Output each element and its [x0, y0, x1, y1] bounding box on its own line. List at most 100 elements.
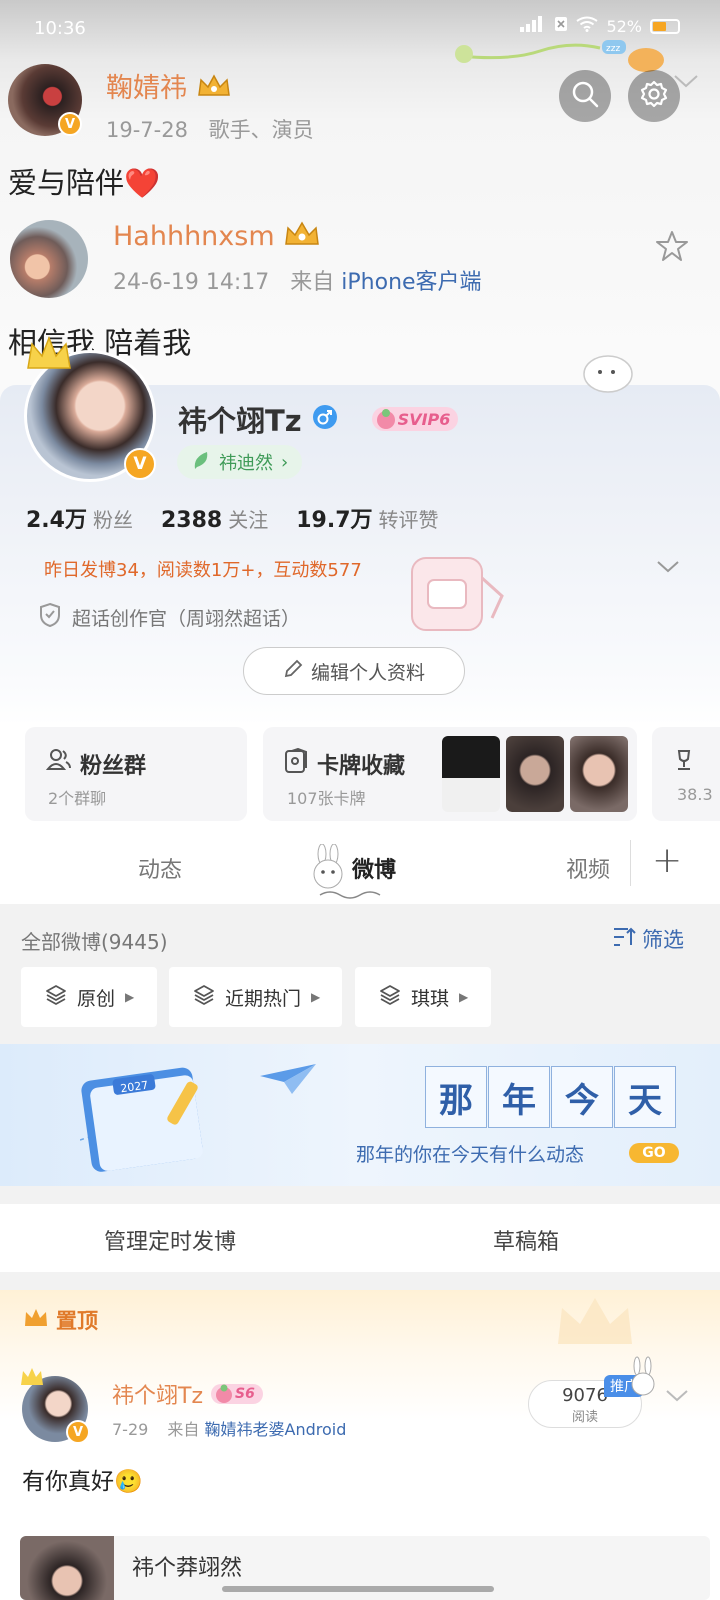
- draft-actions: 管理定时发博 草稿箱: [0, 1204, 720, 1272]
- fan-tag-label: 祎迪然: [219, 453, 273, 474]
- role-label: 超话创作官（周翊然超话）: [72, 608, 301, 630]
- card-thumb[interactable]: [506, 736, 564, 812]
- nfc-icon: [554, 16, 568, 36]
- sleeping-cat-decoration: zzz: [455, 40, 664, 72]
- card-thumb[interactable]: [570, 736, 628, 812]
- filter-label: 筛选: [642, 928, 684, 952]
- banner-char: 天: [614, 1066, 676, 1128]
- post2-avatar[interactable]: [10, 220, 88, 298]
- stat-label: 关注: [228, 508, 269, 532]
- crown-icon: [196, 73, 232, 106]
- edit-profile-label: 编辑个人资料: [310, 661, 425, 684]
- post1-author-row: 鞠婧祎: [106, 66, 232, 106]
- preview-title: 祎个莽翊然: [132, 1556, 243, 1581]
- crown-icon: [24, 334, 74, 378]
- layers-icon: [193, 984, 215, 1011]
- star-icon[interactable]: [655, 229, 689, 267]
- shield-icon: [38, 602, 62, 633]
- tab-dynamics[interactable]: 动态: [138, 852, 182, 884]
- crown-icon: [22, 1306, 50, 1334]
- pinned-text: 有你真好🥲: [22, 1469, 143, 1495]
- post1-author[interactable]: 鞠婧祎: [106, 73, 187, 104]
- crown-watermark: [550, 1292, 640, 1356]
- chevron-down-icon[interactable]: [664, 1388, 690, 1408]
- chip-hot[interactable]: 近期热门 ▶: [169, 967, 342, 1027]
- svip-badge[interactable]: SVIP6: [371, 407, 459, 431]
- status-right: 52%: [520, 16, 680, 36]
- tab-weibo[interactable]: 微博: [352, 852, 396, 884]
- layers-icon: [379, 984, 401, 1011]
- pinned-author[interactable]: 祎个翊Tz: [112, 1378, 203, 1410]
- layers-icon: [45, 984, 67, 1011]
- tab-underline-decoration: [318, 886, 388, 905]
- stat-following[interactable]: 2388 关注: [161, 504, 268, 533]
- post2-source[interactable]: iPhone客户端: [341, 270, 481, 295]
- caret-right-icon: ▶: [125, 990, 135, 1004]
- post2-author[interactable]: Hahhhnxsm: [113, 221, 275, 252]
- trophy-icon: [673, 748, 697, 776]
- stat-label: 粉丝: [92, 508, 133, 532]
- fans-group-title: 粉丝群: [80, 754, 147, 779]
- svip-badge[interactable]: S6: [211, 1384, 263, 1404]
- card-thumb[interactable]: [442, 736, 500, 812]
- add-tab-button[interactable]: +: [652, 840, 682, 881]
- verified-badge: V: [124, 448, 156, 480]
- fan-tag[interactable]: 祎迪然 ›: [177, 445, 303, 479]
- card-icon: [284, 747, 308, 778]
- post1-tags: 歌手、演员: [208, 118, 314, 142]
- pinned-meta: 7-29 来自 鞠婧祎老婆Android: [112, 1416, 346, 1440]
- caret-right-icon: ▶: [459, 990, 469, 1004]
- filter-button[interactable]: 筛选: [612, 924, 684, 954]
- post1-text: 爱与陪伴❤️: [8, 166, 161, 200]
- pinned-author-row: 祎个翊Tz S6: [112, 1378, 263, 1410]
- male-icon: [312, 404, 338, 434]
- svg-text:zzz: zzz: [606, 44, 620, 54]
- chevron-down-icon[interactable]: [672, 72, 700, 94]
- search-icon: [571, 80, 599, 112]
- filter-icon: [612, 926, 636, 953]
- profile-name-row: 祎个翊Tz SVIP6: [178, 398, 459, 440]
- weibo-count-label: 全部微博(9445): [21, 930, 168, 954]
- crown-icon: [18, 1365, 46, 1393]
- chip-qiqi[interactable]: 琪琪 ▶: [355, 967, 491, 1027]
- group-icon: [45, 748, 72, 776]
- chevron-down-icon[interactable]: [655, 558, 681, 580]
- stat-engagement[interactable]: 19.7万 转评赞: [296, 502, 438, 534]
- edit-profile-button[interactable]: 编辑个人资料: [243, 647, 465, 695]
- stat-value: 2.4万: [26, 508, 87, 533]
- caret-right-icon: ▶: [311, 990, 321, 1004]
- crown-icon: [283, 220, 321, 255]
- stat-value: 2388: [160, 508, 223, 533]
- bunny-decoration: [624, 1356, 662, 1404]
- profile-stats: 2.4万 粉丝 2388 关注 19.7万 转评赞: [26, 502, 439, 534]
- svip-label: SVIP6: [397, 409, 451, 429]
- role-row[interactable]: 超话创作官（周翊然超话）: [38, 602, 300, 633]
- banner-char: 那: [425, 1066, 487, 1128]
- pencil-icon: [283, 659, 303, 684]
- tab-video[interactable]: 视频: [566, 852, 610, 884]
- pinned-source[interactable]: 鞠婧祎老婆Android: [205, 1420, 347, 1439]
- verified-badge: V: [58, 112, 82, 136]
- chevron-right-icon: ›: [281, 451, 289, 473]
- stat-fans[interactable]: 2.4万 粉丝: [26, 502, 133, 534]
- post2-source-prefix: 来自: [290, 270, 335, 295]
- home-indicator: [222, 1586, 494, 1592]
- verified-badge: V: [66, 1420, 90, 1444]
- svip-label: S6: [235, 1386, 255, 1402]
- drafts-button[interactable]: 草稿箱: [493, 1224, 559, 1256]
- pinned-source-prefix: 来自: [167, 1420, 200, 1439]
- tab-divider: [630, 840, 631, 886]
- preview-thumb: [20, 1536, 114, 1600]
- stat-value: 19.7万: [296, 508, 373, 533]
- sheep-decoration: [580, 348, 636, 400]
- pinned-label: 置顶: [56, 1309, 98, 1333]
- leaf-icon: [191, 449, 211, 476]
- search-button[interactable]: [559, 70, 611, 122]
- chip-original[interactable]: 原创 ▶: [21, 967, 157, 1027]
- profile-name: 祎个翊Tz: [178, 404, 302, 438]
- wifi-icon: [576, 16, 599, 36]
- chip-label: 近期热门: [225, 987, 302, 1010]
- go-button[interactable]: GO: [629, 1143, 679, 1163]
- scheduled-posts-button[interactable]: 管理定时发博: [104, 1224, 236, 1256]
- post1-date: 19-7-28: [106, 118, 188, 142]
